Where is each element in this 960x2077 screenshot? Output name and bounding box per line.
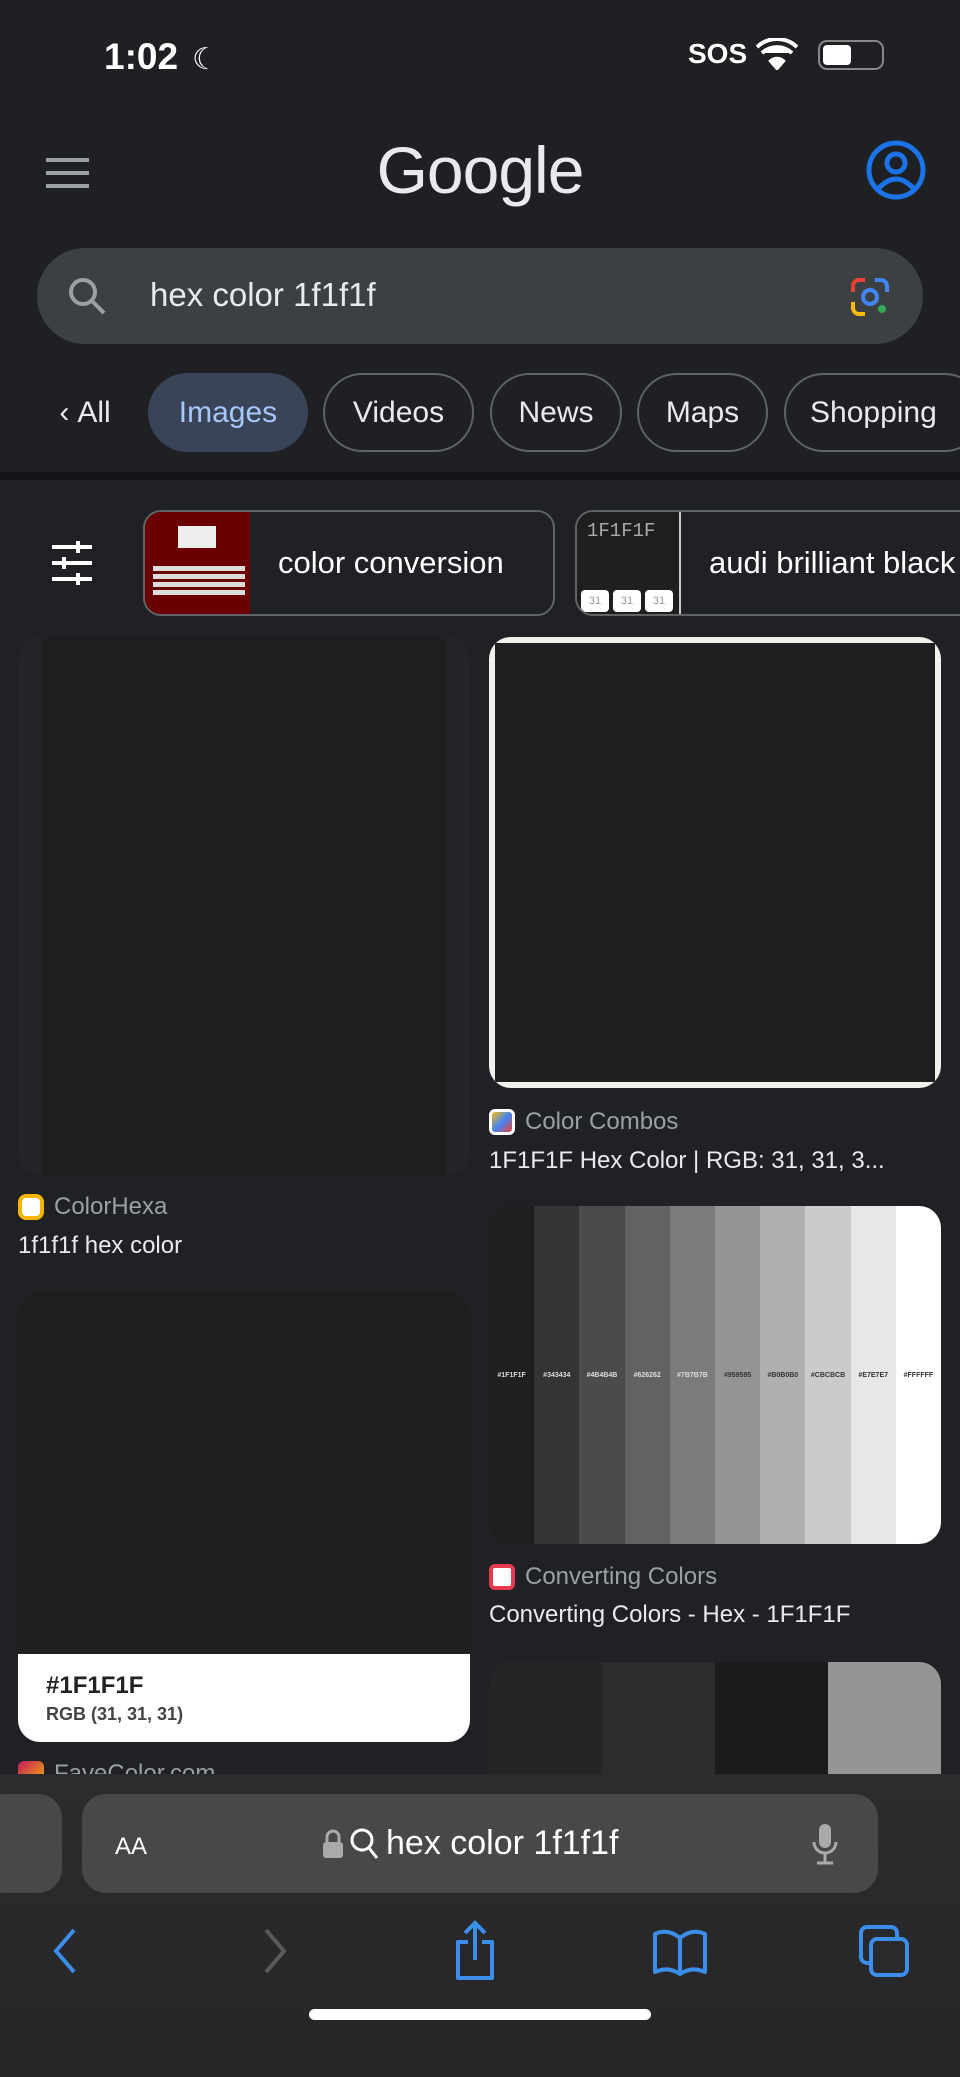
thumb-value: 31 [613, 590, 641, 612]
status-time: 1:02 [104, 36, 179, 77]
image-rgb: RGB (31, 31, 31) [46, 1704, 184, 1724]
filter-sliders-icon[interactable] [50, 541, 94, 585]
safari-toolbar: AA hex color 1f1f1f [0, 1774, 960, 2077]
search-input[interactable]: hex color 1f1f1f [37, 248, 923, 344]
sos-indicator: SOS [688, 38, 748, 69]
search-icon [350, 1828, 379, 1859]
swatch: #959595 [715, 1206, 761, 1544]
google-lens-icon[interactable] [849, 276, 891, 318]
result-image-convertingcolors[interactable]: #1F1F1F #343434 #4B4B4B #626262 #7B7B7B #9595… [489, 1206, 941, 1544]
thumb-text: 1F1F1F [587, 520, 656, 542]
wifi-icon [756, 38, 798, 70]
home-indicator [309, 2009, 651, 2020]
back-icon[interactable] [50, 1926, 80, 1976]
result-image-colorhexa[interactable] [18, 637, 470, 1174]
search-icon [69, 278, 106, 315]
previous-tab-stub[interactable] [0, 1794, 62, 1893]
tab-videos[interactable]: Videos [323, 373, 474, 452]
account-circle-icon[interactable] [866, 140, 926, 200]
chip-label: color conversion [278, 545, 504, 580]
url-text: hex color 1f1f1f [386, 1824, 619, 1862]
swatch: #626262 [624, 1206, 670, 1544]
result-title[interactable]: 1f1f1f hex color [18, 1232, 182, 1260]
tabs-icon[interactable] [858, 1924, 910, 1978]
tab-news[interactable]: News [490, 373, 622, 452]
swatch: #7B7B7B [669, 1206, 716, 1544]
swatch: #343434 [534, 1206, 580, 1544]
share-icon[interactable] [452, 1920, 498, 1982]
bookmarks-icon[interactable] [652, 1928, 708, 1976]
thumb-value: 31 [645, 590, 673, 612]
result-source: Converting Colors [489, 1563, 717, 1591]
thumb-value: 31 [581, 590, 609, 612]
tab-all[interactable]: ‹ All [40, 373, 130, 452]
aa-label: AA [115, 1833, 148, 1860]
swatch: #1F1F1F [489, 1206, 535, 1544]
source-name: ColorHexa [54, 1193, 168, 1220]
address-bar[interactable]: AA hex color 1f1f1f [82, 1794, 878, 1893]
google-logo[interactable]: Google [0, 132, 960, 208]
tab-images[interactable]: Images [148, 373, 308, 452]
moon-icon: ☾ [192, 43, 219, 76]
palette-favicon [489, 1564, 515, 1590]
chip-label: audi brilliant black [709, 545, 956, 580]
result-image-colorcombos[interactable] [489, 637, 941, 1088]
battery-icon [818, 40, 884, 70]
chevron-left-icon: ‹ [59, 395, 70, 429]
chip-thumbnail [145, 512, 250, 614]
colorcombos-favicon [489, 1109, 515, 1135]
image-hex: #1F1F1F [46, 1672, 144, 1699]
search-query: hex color 1f1f1f [150, 276, 376, 313]
source-name: Converting Colors [525, 1563, 718, 1590]
tab-label: All [77, 395, 111, 429]
chip-audi-brilliant-black[interactable]: 1F1F1F 31 31 31 audi brilliant black [575, 510, 960, 616]
result-source: Color Combos [489, 1108, 678, 1136]
result-image-favecolor[interactable]: #1F1F1F RGB (31, 31, 31) [18, 1292, 470, 1742]
chip-thumbnail: 1F1F1F 31 31 31 [577, 512, 681, 614]
swatch: #E7E7E7 [850, 1206, 896, 1544]
lock-icon [323, 1829, 343, 1858]
microphone-icon[interactable] [812, 1822, 838, 1866]
tab-shopping[interactable]: Shopping [784, 373, 960, 452]
reader-aa-button[interactable]: AA [115, 1824, 147, 1863]
tab-maps[interactable]: Maps [637, 373, 768, 452]
swatch: #B0B0B0 [760, 1206, 806, 1544]
swatch: #4B4B4B [579, 1206, 625, 1544]
swatch: #CBCBCB [805, 1206, 851, 1544]
result-title[interactable]: Converting Colors - Hex - 1F1F1F [489, 1601, 850, 1629]
swatch: #FFFFFF [895, 1206, 941, 1544]
result-title[interactable]: 1F1F1F Hex Color | RGB: 31, 31, 3... [489, 1147, 885, 1175]
colorhexa-favicon [18, 1194, 44, 1220]
chip-color-conversion[interactable]: color conversion [143, 510, 555, 616]
result-source: ColorHexa [18, 1193, 167, 1221]
divider [0, 472, 960, 480]
forward-icon[interactable] [260, 1926, 290, 1976]
source-name: Color Combos [525, 1108, 679, 1135]
